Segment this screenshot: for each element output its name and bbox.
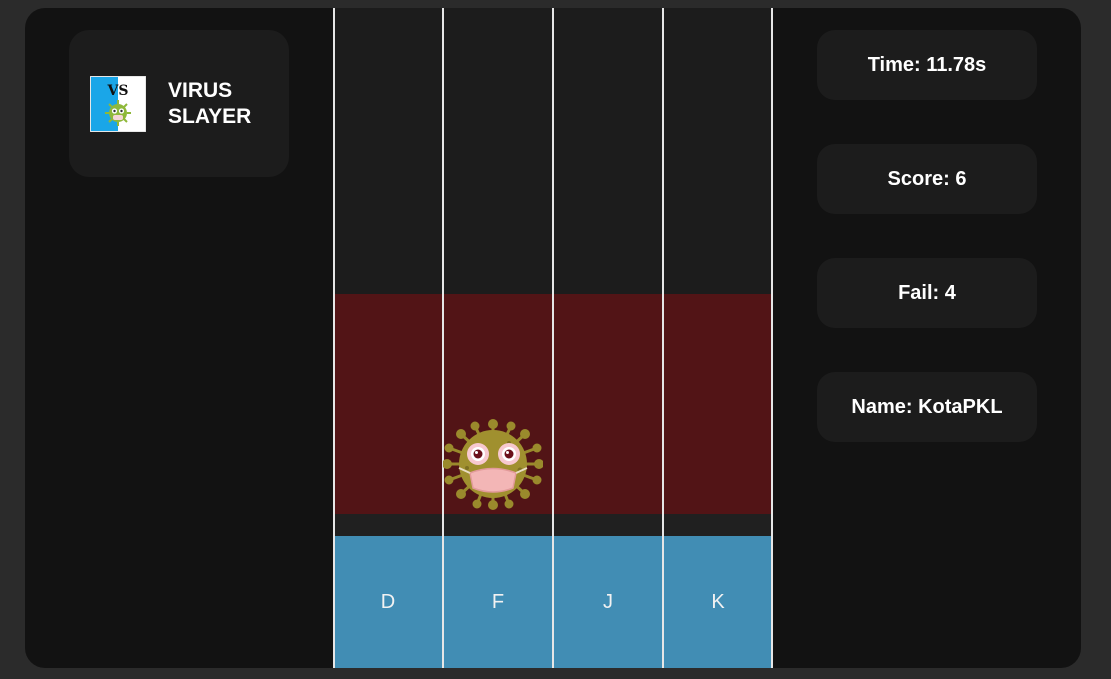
player-name-display: Name: KotaPKL bbox=[817, 372, 1037, 442]
key-f-button[interactable]: F bbox=[443, 536, 553, 668]
lane-divider bbox=[771, 8, 773, 668]
game-frame: VS VIRUS SLAYER D F J K Time: 11.78s Sco… bbox=[25, 8, 1081, 668]
lane-divider bbox=[333, 8, 335, 668]
score-display: Score: 6 bbox=[817, 144, 1037, 214]
game-board: D F J K bbox=[333, 8, 773, 668]
fail-display: Fail: 4 bbox=[817, 258, 1037, 328]
key-j-button[interactable]: J bbox=[553, 536, 663, 668]
lane-divider bbox=[662, 8, 664, 668]
time-display: Time: 11.78s bbox=[817, 30, 1037, 100]
lane-divider bbox=[552, 8, 554, 668]
lane-divider bbox=[442, 8, 444, 668]
key-d-button[interactable]: D bbox=[333, 536, 443, 668]
brand-card: VS VIRUS SLAYER bbox=[69, 30, 289, 177]
masked-virus-icon[interactable] bbox=[443, 418, 543, 510]
key-k-button[interactable]: K bbox=[663, 536, 773, 668]
vs-virus-logo-icon: VS bbox=[90, 76, 146, 132]
logo-text: VS bbox=[107, 83, 129, 99]
game-title: VIRUS SLAYER bbox=[168, 79, 252, 128]
